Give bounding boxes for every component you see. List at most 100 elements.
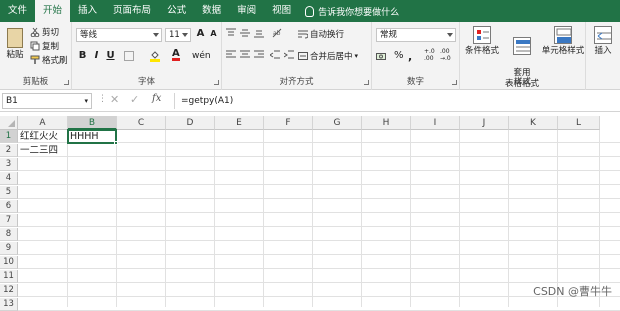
bold-button[interactable]: B: [76, 50, 89, 61]
column-header-b[interactable]: B: [68, 116, 117, 130]
percent-button[interactable]: %: [394, 50, 404, 61]
merge-center-label: 合并后居中: [310, 52, 353, 62]
row-header-12[interactable]: 12: [0, 284, 18, 297]
decrease-decimal-button[interactable]: .00 →.0: [440, 48, 456, 62]
grid-row[interactable]: [18, 256, 620, 269]
row-header-10[interactable]: 10: [0, 256, 18, 269]
align-center-button[interactable]: [240, 50, 252, 60]
fill-color-button[interactable]: [150, 50, 162, 62]
decrease-indent-button[interactable]: [269, 50, 282, 60]
tab-review[interactable]: 审阅: [229, 0, 264, 22]
font-launcher-icon[interactable]: [214, 80, 219, 85]
align-right-button[interactable]: [254, 50, 266, 60]
orientation-button[interactable]: ab: [272, 28, 284, 38]
underline-button[interactable]: U: [104, 50, 117, 61]
format-painter-button[interactable]: 格式刷: [30, 54, 68, 66]
insert-cells-button[interactable]: 插入: [589, 26, 617, 57]
font-color-button[interactable]: A: [172, 49, 180, 61]
increase-decimal-button[interactable]: +.0 .00: [424, 48, 440, 62]
grid-row[interactable]: [18, 172, 620, 185]
tab-home[interactable]: 开始: [35, 0, 71, 22]
tab-page-layout[interactable]: 页面布局: [105, 0, 159, 22]
column-header-f[interactable]: F: [264, 116, 313, 130]
select-all-button[interactable]: [0, 116, 18, 130]
row-header-8[interactable]: 8: [0, 228, 18, 241]
row-header-13[interactable]: 13: [0, 298, 18, 311]
column-header-i[interactable]: I: [411, 116, 460, 130]
enter-icon[interactable]: ✓: [130, 93, 139, 106]
italic-button[interactable]: I: [90, 50, 103, 61]
grid-row[interactable]: [18, 186, 620, 199]
grid-row[interactable]: [18, 144, 620, 157]
formula-input[interactable]: =getpy(A1): [174, 93, 618, 109]
styles-group: 条件格式 套用 表格格式 单元格样式 样式: [460, 22, 586, 90]
comma-button[interactable]: ,: [408, 50, 412, 63]
align-center-icon: [240, 50, 250, 60]
top-align-button[interactable]: [226, 28, 238, 38]
column-header-a[interactable]: A: [18, 116, 68, 130]
grid-row[interactable]: [18, 158, 620, 171]
column-header-e[interactable]: E: [215, 116, 264, 130]
middle-align-button[interactable]: [240, 28, 252, 38]
name-box[interactable]: B1 ▾: [2, 93, 92, 109]
grid-row[interactable]: [18, 228, 620, 241]
increase-indent-button[interactable]: [283, 50, 296, 60]
grid-row[interactable]: [18, 214, 620, 227]
column-header-j[interactable]: J: [460, 116, 509, 130]
font-name-select[interactable]: 等线: [76, 28, 162, 42]
row-header-5[interactable]: 5: [0, 186, 18, 199]
tab-view[interactable]: 视图: [264, 0, 299, 22]
column-header-c[interactable]: C: [117, 116, 166, 130]
grid-row[interactable]: [18, 200, 620, 213]
column-header-l[interactable]: L: [558, 116, 600, 130]
font-size-select[interactable]: 11: [165, 28, 191, 42]
bottom-align-button[interactable]: [254, 28, 266, 38]
currency-button[interactable]: [376, 51, 388, 61]
merge-center-button[interactable]: 合并后居中 ▾: [298, 50, 358, 62]
borders-button[interactable]: [124, 51, 136, 61]
row-header-6[interactable]: 6: [0, 200, 18, 213]
grid-row[interactable]: [18, 284, 620, 297]
row-header-9[interactable]: 9: [0, 242, 18, 255]
row-header-11[interactable]: 11: [0, 270, 18, 283]
conditional-formatting-icon: [473, 26, 491, 44]
copy-button[interactable]: 复制: [30, 40, 59, 52]
grid-row[interactable]: [18, 270, 620, 283]
tell-me-box[interactable]: 告诉我你想要做什么: [305, 5, 399, 18]
row-header-3[interactable]: 3: [0, 158, 18, 171]
grow-font-button[interactable]: A: [194, 28, 207, 39]
conditional-formatting-button[interactable]: 条件格式: [462, 26, 502, 57]
number-format-select[interactable]: 常规: [376, 28, 456, 42]
alignment-launcher-icon[interactable]: [364, 80, 369, 85]
number-launcher-icon[interactable]: [452, 80, 457, 85]
grid-row[interactable]: [18, 242, 620, 255]
chevron-down-icon: [182, 33, 188, 37]
cut-button[interactable]: 剪切: [30, 26, 59, 38]
align-left-button[interactable]: [226, 50, 238, 60]
shrink-font-button[interactable]: A: [207, 29, 220, 38]
align-top-icon: [226, 28, 236, 38]
column-header-h[interactable]: H: [362, 116, 411, 130]
cancel-icon[interactable]: ✕: [110, 93, 119, 106]
fill-handle[interactable]: [114, 141, 118, 145]
column-header-k[interactable]: K: [509, 116, 558, 130]
tab-file[interactable]: 文件: [0, 0, 35, 22]
row-header-1[interactable]: 1: [0, 130, 18, 143]
cell-styles-button[interactable]: 单元格样式: [540, 26, 586, 57]
grid-row[interactable]: [18, 298, 620, 311]
paste-button[interactable]: 粘贴: [3, 28, 27, 61]
cell-a1[interactable]: 红红火火: [18, 130, 58, 143]
wrap-text-button[interactable]: 自动换行: [298, 28, 344, 40]
tab-formulas[interactable]: 公式: [159, 0, 194, 22]
tab-data[interactable]: 数据: [194, 0, 229, 22]
row-header-2[interactable]: 2: [0, 144, 18, 157]
phonetic-button[interactable]: wén: [192, 51, 211, 61]
insert-function-icon[interactable]: fx: [152, 93, 161, 104]
row-header-4[interactable]: 4: [0, 172, 18, 185]
cell-a2[interactable]: 一二三四: [18, 144, 58, 157]
tab-insert[interactable]: 插入: [70, 0, 105, 22]
clipboard-launcher-icon[interactable]: [64, 80, 69, 85]
column-header-g[interactable]: G: [313, 116, 362, 130]
row-header-7[interactable]: 7: [0, 214, 18, 227]
column-header-d[interactable]: D: [166, 116, 215, 130]
